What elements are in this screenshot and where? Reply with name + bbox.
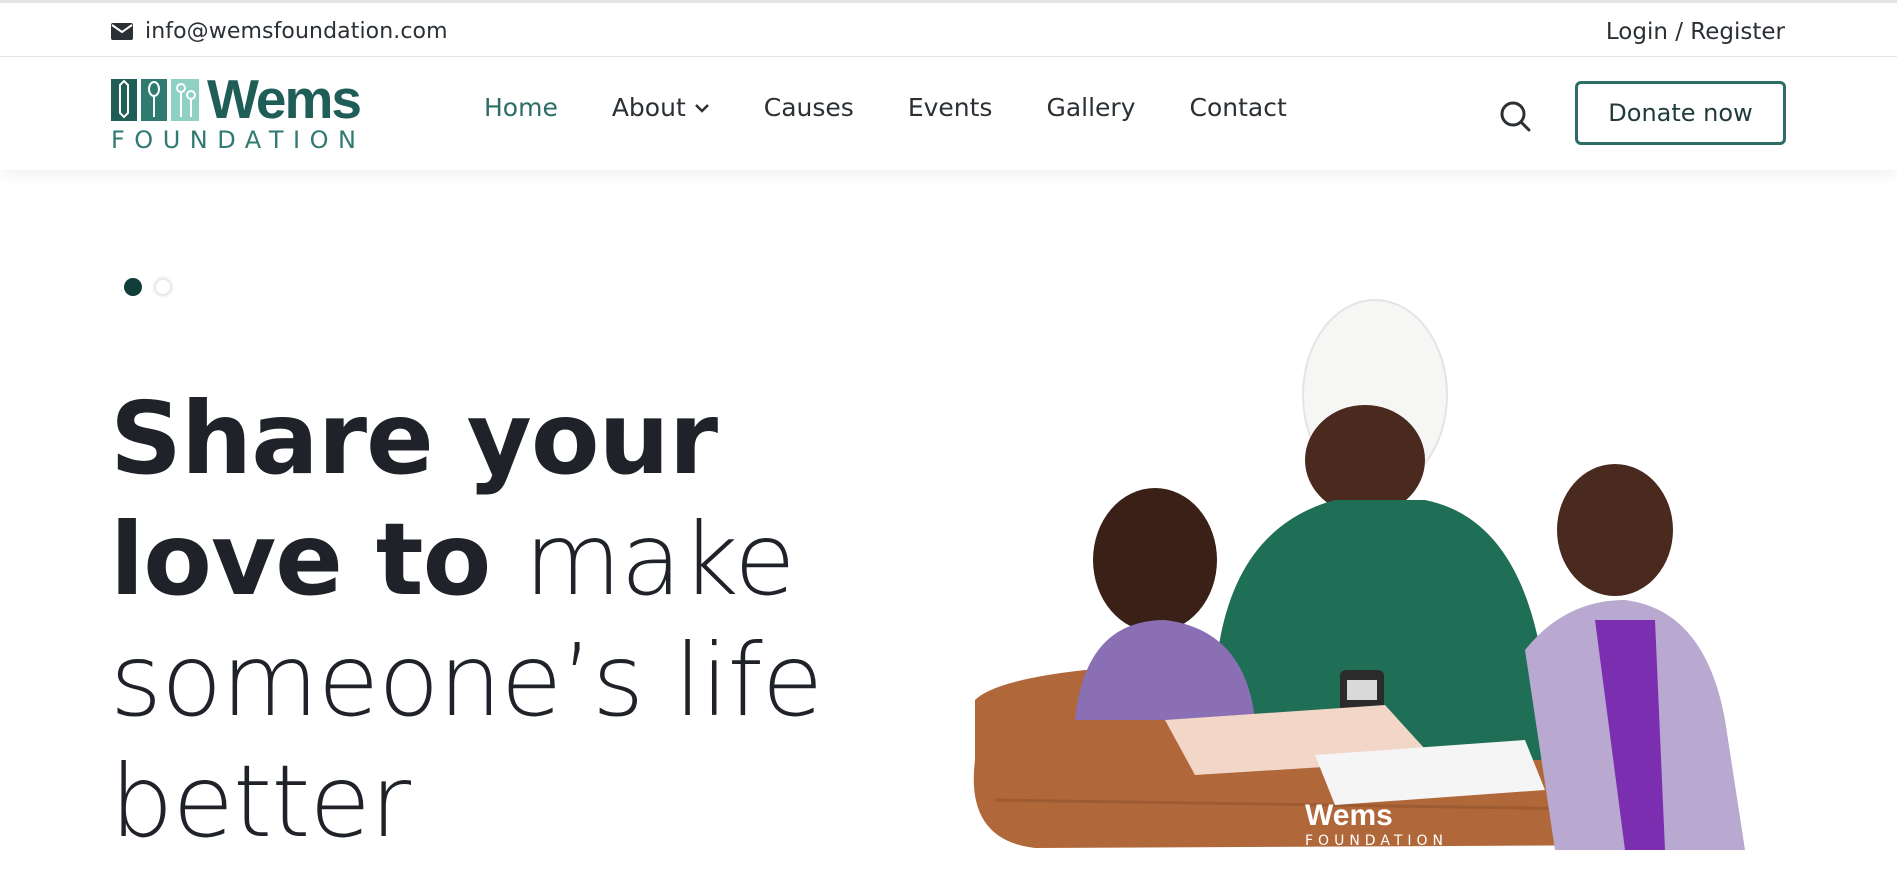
headline-bold-love: love to [110,501,491,618]
headline-line-4: better [110,743,411,860]
nav-contact-label: Contact [1189,93,1287,122]
nav-gallery[interactable]: Gallery [1046,93,1135,122]
envelope-icon [111,23,133,40]
image-badge-word: Wems [1305,799,1393,832]
headline-highlight: Share [110,380,439,497]
contact-email-text: info@wemsfoundation.com [145,19,448,44]
logo-subtitle: FOUNDATION [111,126,366,154]
nav-gallery-label: Gallery [1046,93,1136,122]
nav-about-label: About [611,93,686,122]
headline-line-2: love to make [110,499,950,620]
nav-contact[interactable]: Contact [1190,93,1287,122]
nav-causes[interactable]: Causes [764,93,854,122]
slider-dot-1[interactable] [124,278,142,296]
slider-pagination [124,278,172,296]
slider-dot-2[interactable] [154,278,172,296]
hero-photo: Wems FOUNDATION [973,299,1745,850]
nav-causes-label: Causes [763,93,854,122]
nav-events[interactable]: Events [908,93,993,122]
headline-line-3: someone’s life [110,622,823,739]
headline-bold-your: your [466,380,718,497]
nav-home[interactable]: Home [484,93,558,122]
chevron-down-icon [694,103,709,113]
nav-home-label: Home [484,93,558,122]
headline-line-1: Share your [110,378,950,499]
site-logo[interactable]: Wems FOUNDATION [111,69,371,154]
primary-menu: Home About Causes Events Gallery Contact [484,93,1341,122]
contact-email[interactable]: info@wemsfoundation.com [111,19,448,44]
top-utility-bar: info@wemsfoundation.com Login / Register [0,0,1897,57]
headline-light-make: make [524,501,796,618]
logo-wordmark: Wems [207,68,362,130]
donate-now-button[interactable]: Donate now [1575,81,1786,145]
hero-headline: Share your love to make someone’s life b… [110,378,950,862]
logo-mark-icon [111,79,199,121]
main-navigation: Wems FOUNDATION Home About Causes Events… [0,57,1897,170]
image-badge-sub: FOUNDATION [1305,833,1448,849]
login-register-link[interactable]: Login / Register [1606,19,1785,45]
nav-events-label: Events [907,93,993,122]
search-icon[interactable] [1498,99,1532,133]
nav-about[interactable]: About [612,93,710,122]
